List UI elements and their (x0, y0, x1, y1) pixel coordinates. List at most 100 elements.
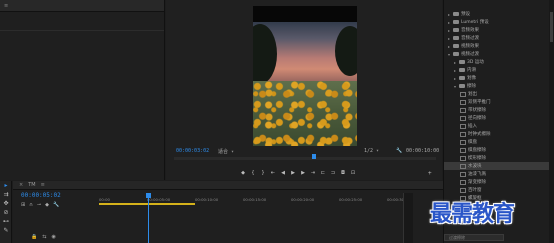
effects-item[interactable]: 划出 (444, 90, 554, 98)
effects-item-label: 内滑 (467, 68, 476, 73)
effects-search-input[interactable]: 过渡擦除 (444, 234, 504, 241)
effects-item[interactable]: 油漆飞溅 (444, 170, 554, 178)
effects-folder[interactable]: ▸ 内滑 (444, 66, 554, 74)
effects-folder[interactable]: ▸ 3D 运动 (444, 58, 554, 66)
effects-item[interactable]: 径向擦除 (444, 114, 554, 122)
transition-icon (460, 187, 466, 193)
transition-icon (460, 91, 466, 97)
folder-icon (453, 12, 459, 16)
wrench-icon[interactable]: 🔧 (396, 148, 402, 154)
effects-item[interactable]: 楔形擦除 (444, 154, 554, 162)
out-point-icon[interactable]: } (258, 170, 268, 176)
effects-folder[interactable]: ▾ 擦除 (444, 82, 554, 90)
effects-item-label: 水波块 (468, 164, 482, 169)
effects-folder[interactable]: ▸ 划像 (444, 74, 554, 82)
effects-item-label: 百叶窗 (468, 188, 482, 193)
pen-tool-icon[interactable]: ✎ (0, 226, 12, 235)
button-editor-icon[interactable]: ⊡ (348, 170, 358, 176)
effects-item-label: 双侧平推门 (468, 100, 491, 105)
export-frame-icon[interactable]: ◘ (338, 170, 348, 176)
effects-item-label: 带状擦除 (468, 108, 486, 113)
add-marker-icon[interactable]: ◆ (45, 202, 49, 208)
slip-tool-icon[interactable]: ⊷ (0, 217, 12, 226)
effects-search-placeholder: 过渡擦除 (449, 235, 465, 240)
effects-folder[interactable]: ▸ 预设 (444, 10, 554, 18)
razor-tool-icon[interactable]: ⊘ (0, 208, 12, 217)
eye-icon[interactable]: ◉ (51, 234, 55, 240)
zoom-select[interactable]: 适合 ▾ (218, 148, 234, 155)
snap-icon[interactable]: ∩ (29, 202, 33, 208)
panel-menu-icon[interactable]: ≡ (41, 182, 45, 188)
nest-icon[interactable]: ⊞ (21, 202, 25, 208)
folder-icon (453, 44, 459, 48)
video-letterbox (253, 6, 357, 22)
ruler-tick-label: 00:00 (99, 197, 110, 202)
folder-icon (459, 68, 465, 72)
timeline-current-timecode[interactable]: 00:00:05:02 (21, 192, 61, 199)
wrench-icon[interactable]: 🔧 (53, 202, 59, 208)
insert-icon[interactable]: ⊏ (318, 170, 328, 176)
effects-item[interactable]: 带状擦除 (444, 106, 554, 114)
monitor-scrubber[interactable] (174, 154, 436, 160)
overwrite-icon[interactable]: ⊐ (328, 170, 338, 176)
folder-icon (459, 76, 465, 80)
source-panel: ≡ (0, 0, 165, 180)
video-tree-right (335, 26, 357, 76)
go-to-out-icon[interactable]: ⇥ (308, 170, 318, 176)
panel-menu-icon[interactable]: ≡ (4, 3, 8, 9)
effects-folder[interactable]: ▸ 音频过渡 (444, 34, 554, 42)
effects-folder[interactable]: ▸ 视频效果 (444, 42, 554, 50)
effects-item[interactable]: 水波块 (444, 162, 554, 170)
transition-icon (460, 179, 466, 185)
effects-item[interactable]: 棋盘擦除 (444, 146, 554, 154)
go-to-in-icon[interactable]: ⇤ (268, 170, 278, 176)
work-area-bar[interactable] (99, 203, 195, 205)
effects-item-label: 划像 (467, 76, 476, 81)
folder-icon (453, 28, 459, 32)
lock-icon[interactable]: 🔒 (31, 234, 37, 240)
effects-item-label: 预设 (461, 12, 470, 17)
divider (0, 30, 164, 31)
add-icon[interactable]: + (428, 170, 432, 177)
ripple-edit-tool-icon[interactable]: ✥ (0, 199, 12, 208)
effects-item-label: 油漆飞溅 (468, 172, 486, 177)
program-current-timecode[interactable]: 00:00:03:02 (176, 148, 209, 154)
ruler-tick-label: 00:00:20:00 (291, 197, 315, 202)
transition-icon (460, 147, 466, 153)
effects-item[interactable]: 时钟式擦除 (444, 130, 554, 138)
close-icon[interactable]: × (19, 182, 23, 188)
effects-folder[interactable]: ▸ Lumetri 预设 (444, 18, 554, 26)
effects-item-label: 音频过渡 (461, 36, 479, 41)
program-video-frame[interactable] (253, 6, 357, 146)
track-select-tool-icon[interactable]: ⇉ (0, 190, 12, 199)
effects-folder[interactable]: ▾ 视频过渡 (444, 50, 554, 58)
sync-lock-icon[interactable]: ⇆ (42, 234, 46, 240)
source-panel-header: ≡ (0, 0, 164, 12)
step-back-icon[interactable]: ◀ (278, 170, 288, 176)
quality-select[interactable]: 1/2 ▾ (364, 148, 379, 154)
effects-item[interactable]: 插入 (444, 122, 554, 130)
monitor-playhead[interactable] (312, 154, 316, 159)
effects-item[interactable]: 渐变擦除 (444, 178, 554, 186)
transition-icon (460, 139, 466, 145)
effects-item[interactable]: 双侧平推门 (444, 98, 554, 106)
sequence-tab[interactable]: TM (28, 182, 35, 188)
ruler-tick-label: 00:00:25:00 (339, 197, 363, 202)
play-icon[interactable]: ▶ (288, 170, 298, 176)
transport-controls: ◆ { } ⇤ ◀ ▶ ▶ ⇥ ⊏ ⊐ ◘ ⊡ (238, 170, 358, 176)
transition-icon (460, 171, 466, 177)
effects-item[interactable]: 百叶窗 (444, 186, 554, 194)
effects-scroll-thumb[interactable] (550, 12, 553, 42)
zoom-label: 适合 (218, 149, 229, 155)
in-point-icon[interactable]: { (248, 170, 258, 176)
marker-icon[interactable]: ◆ (238, 170, 248, 176)
step-forward-icon[interactable]: ▶ (298, 170, 308, 176)
chevron-down-icon: ▾ (376, 148, 380, 154)
watermark-text: 最需教育 (430, 201, 515, 227)
selection-tool-icon[interactable]: ▸ (0, 181, 12, 190)
linked-icon[interactable]: ⊸ (37, 202, 41, 208)
tools-panel: ▸ ⇉ ✥ ⊘ ⊷ ✎ (0, 181, 12, 243)
effects-folder[interactable]: ▸ 音频效果 (444, 26, 554, 34)
effects-item-label: 楔形擦除 (468, 156, 486, 161)
effects-item[interactable]: 棋盘 (444, 138, 554, 146)
